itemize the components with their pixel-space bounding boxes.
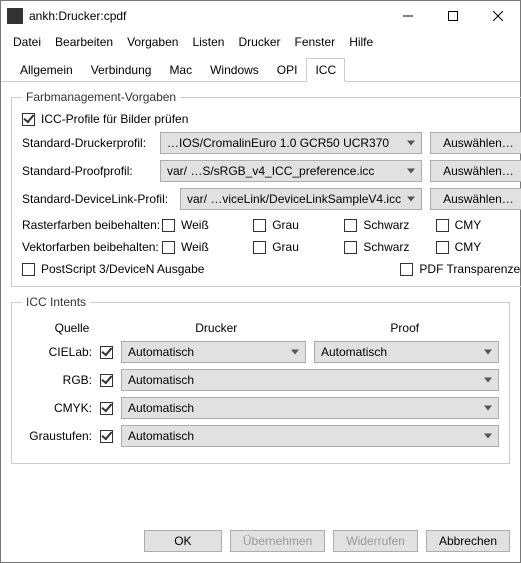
menu-drucker[interactable]: Drucker — [232, 33, 286, 51]
hdr-quelle: Quelle — [22, 321, 122, 335]
chk-raster-cmy[interactable]: CMY — [436, 218, 521, 232]
label-cmyk: CMYK: — [22, 401, 92, 415]
label-rgb: RGB: — [22, 373, 92, 387]
apply-button[interactable]: Übernehmen — [230, 530, 325, 552]
checkbox-icon — [344, 241, 357, 254]
tab-mac[interactable]: Mac — [160, 58, 201, 82]
close-button[interactable] — [475, 1, 520, 31]
ok-button[interactable]: OK — [144, 530, 222, 552]
combo-cielab-proof[interactable]: Automatisch — [314, 341, 499, 363]
tab-windows[interactable]: Windows — [201, 58, 268, 82]
titlebar: ankh:Drucker:cpdf — [1, 1, 520, 31]
group-farbmanagement: Farbmanagement-Vorgaben ICC-Profile für … — [11, 90, 521, 287]
label-graustufen: Graustufen: — [22, 429, 92, 443]
chk-pdf-transparency[interactable]: PDF Transparenzen — [400, 262, 521, 276]
combo-printer-profile[interactable]: …IOS/CromalinEuro 1.0 GCR50 UCR370 — [160, 132, 422, 154]
label-devicelink-profile: Standard-DeviceLink-Profil: — [22, 192, 172, 206]
checkbox-icon — [22, 263, 35, 276]
chk-vector-cmy[interactable]: CMY — [436, 240, 521, 254]
checkbox-icon — [436, 219, 449, 232]
cancel-button[interactable]: Abbrechen — [426, 530, 510, 552]
hdr-drucker: Drucker — [122, 321, 311, 335]
chk-label: ICC-Profile für Bilder prüfen — [41, 112, 188, 126]
menu-fenster[interactable]: Fenster — [289, 33, 342, 51]
checkbox-icon — [162, 219, 175, 232]
combo-cielab-drucker[interactable]: Automatisch — [121, 341, 306, 363]
btn-select-printer[interactable]: Auswählen… — [430, 132, 521, 154]
chk-graustufen[interactable] — [100, 430, 113, 443]
tab-opi[interactable]: OPI — [268, 58, 307, 82]
combo-rgb-drucker[interactable]: Automatisch — [121, 369, 499, 391]
chk-cmyk[interactable] — [100, 402, 113, 415]
btn-select-devicelink[interactable]: Auswählen… — [430, 188, 521, 210]
chk-vector-grau[interactable]: Grau — [253, 240, 344, 254]
dialog-footer: OK Übernehmen Widerrufen Abbrechen — [1, 520, 520, 562]
minimize-button[interactable] — [385, 1, 430, 31]
tab-icc[interactable]: ICC — [306, 58, 345, 82]
checkbox-icon — [253, 219, 266, 232]
menu-hilfe[interactable]: Hilfe — [343, 33, 379, 51]
combo-devicelink-profile[interactable]: var/ …viceLink/DeviceLinkSampleV4.icc — [180, 188, 422, 210]
tab-bar: Allgemein Verbindung Mac Windows OPI ICC — [1, 53, 520, 82]
chk-cielab[interactable] — [100, 346, 113, 359]
btn-select-proof[interactable]: Auswählen… — [430, 160, 521, 182]
menu-listen[interactable]: Listen — [186, 33, 230, 51]
chk-raster-grau[interactable]: Grau — [253, 218, 344, 232]
legend-farbmanagement: Farbmanagement-Vorgaben — [22, 90, 180, 104]
label-printer-profile: Standard-Druckerprofil: — [22, 136, 152, 150]
menu-datei[interactable]: Datei — [7, 33, 47, 51]
checkbox-icon — [344, 219, 357, 232]
checkbox-icon — [436, 241, 449, 254]
chk-postscript3[interactable]: PostScript 3/DeviceN Ausgabe — [22, 262, 204, 276]
hdr-proof: Proof — [311, 321, 500, 335]
group-icc-intents: ICC Intents Quelle Drucker Proof CIELab:… — [11, 295, 510, 464]
chk-raster-schwarz[interactable]: Schwarz — [344, 218, 435, 232]
window-title: ankh:Drucker:cpdf — [29, 9, 385, 23]
label-raster: Rasterfarben beibehalten: — [22, 218, 162, 232]
tab-allgemein[interactable]: Allgemein — [11, 58, 82, 82]
combo-cmyk-drucker[interactable]: Automatisch — [121, 397, 499, 419]
chk-rgb[interactable] — [100, 374, 113, 387]
revert-button[interactable]: Widerrufen — [333, 530, 418, 552]
combo-proof-profile[interactable]: var/ …S/sRGB_v4_ICC_preference.icc — [160, 160, 422, 182]
chk-vector-weiss[interactable]: Weiß — [162, 240, 253, 254]
menubar: Datei Bearbeiten Vorgaben Listen Drucker… — [1, 31, 520, 53]
combo-graustufen-drucker[interactable]: Automatisch — [121, 425, 499, 447]
menu-vorgaben[interactable]: Vorgaben — [121, 33, 184, 51]
label-vector: Vektorfarben beibehalten: — [22, 240, 162, 254]
tab-verbindung[interactable]: Verbindung — [82, 58, 161, 82]
maximize-button[interactable] — [430, 1, 475, 31]
checkbox-icon — [162, 241, 175, 254]
chk-vector-schwarz[interactable]: Schwarz — [344, 240, 435, 254]
menu-bearbeiten[interactable]: Bearbeiten — [49, 33, 119, 51]
label-cielab: CIELab: — [22, 345, 92, 359]
app-icon — [7, 8, 23, 24]
label-proof-profile: Standard-Proofprofil: — [22, 164, 152, 178]
checkbox-icon — [253, 241, 266, 254]
legend-icc-intents: ICC Intents — [22, 295, 90, 309]
chk-raster-weiss[interactable]: Weiß — [162, 218, 253, 232]
checkbox-icon — [22, 113, 35, 126]
chk-icc-profiles[interactable]: ICC-Profile für Bilder prüfen — [22, 112, 521, 126]
checkbox-icon — [400, 263, 413, 276]
